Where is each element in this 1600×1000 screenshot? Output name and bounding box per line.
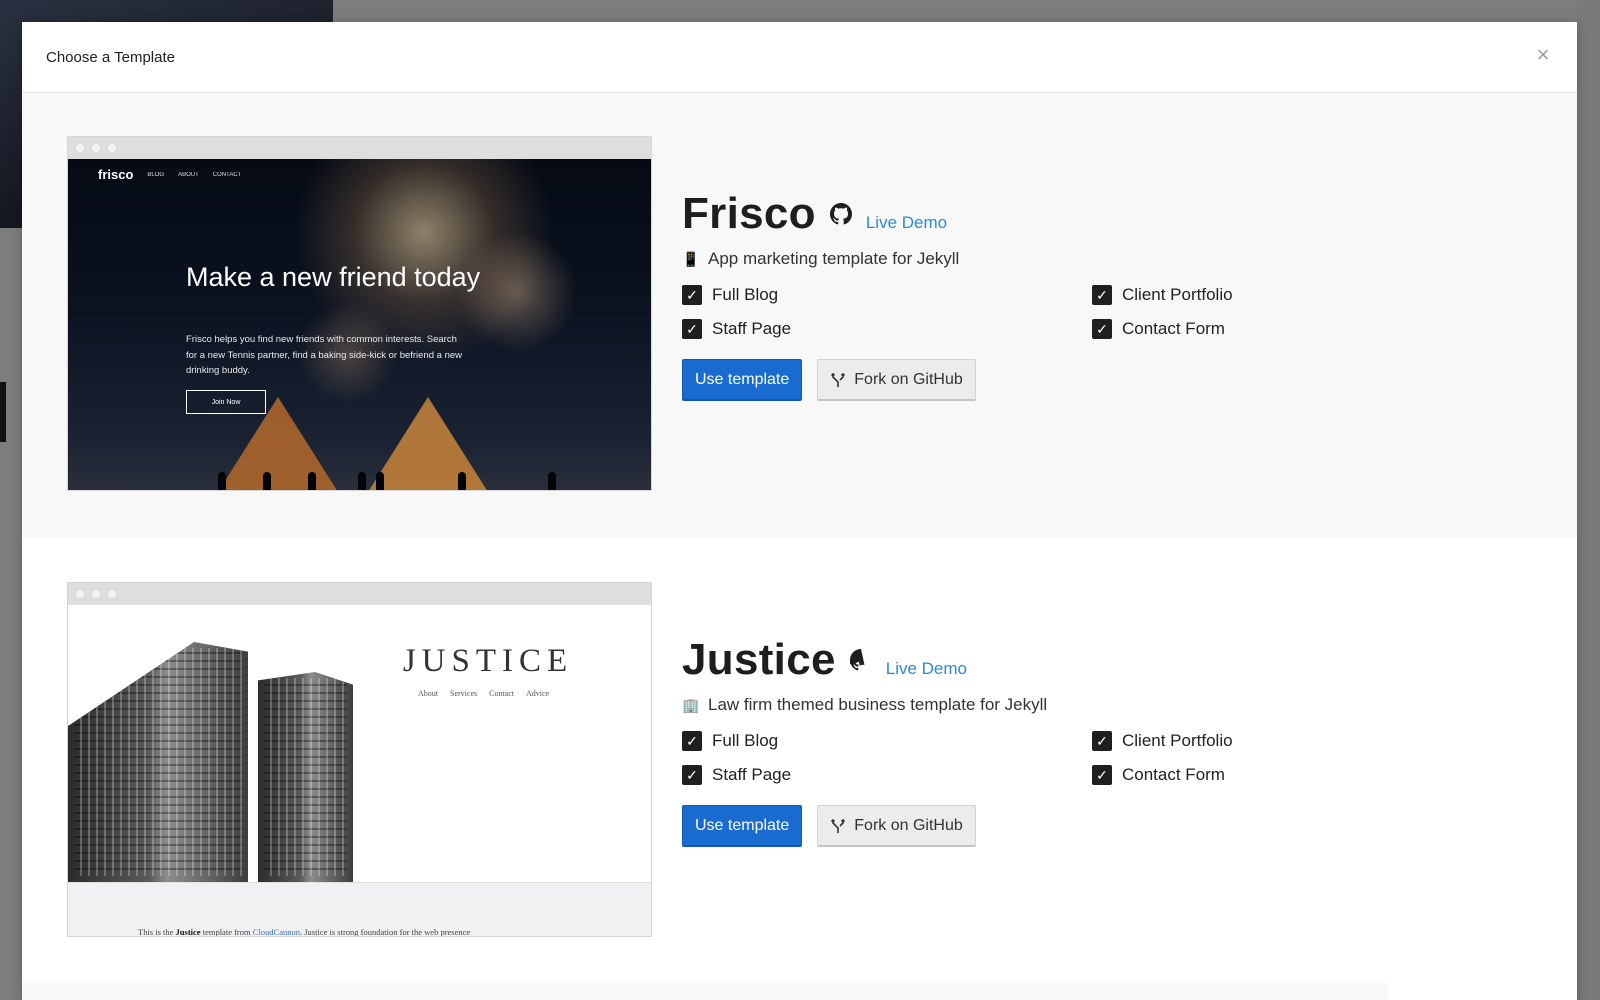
- background-sidebar-marker: [0, 382, 6, 442]
- feature-item: ✓ Staff Page: [682, 765, 1092, 785]
- fork-on-github-label: Fork on GitHub: [854, 370, 963, 388]
- checkmark-icon: ✓: [1092, 319, 1112, 339]
- window-dot-icon: [108, 590, 116, 598]
- feature-item: ✓ Full Blog: [682, 285, 1092, 305]
- template-actions: Use template Fork on GitHub: [682, 805, 1392, 847]
- checkmark-icon: ✓: [682, 319, 702, 339]
- template-preview-frisco[interactable]: frisco BLOG ABOUT CONTACT Make a new fri…: [67, 136, 652, 491]
- office-building-icon: 🏢: [682, 696, 700, 713]
- mobile-phone-icon: 📱: [682, 250, 700, 267]
- feature-label: Client Portfolio: [1122, 731, 1233, 750]
- building-image: [258, 672, 353, 882]
- feature-label: Contact Form: [1122, 319, 1225, 338]
- justice-preview-footer: This is the Justice template from CloudC…: [68, 882, 651, 937]
- frisco-preview-nav: frisco BLOG ABOUT CONTACT: [98, 167, 241, 182]
- frisco-preview-nav-link: CONTACT: [212, 171, 242, 178]
- frisco-preview-subtext: Frisco helps you find new friends with c…: [186, 334, 463, 376]
- feature-item: ✓ Full Blog: [682, 731, 1092, 751]
- feature-label: Client Portfolio: [1122, 285, 1233, 304]
- justice-preview-title: JUSTICE: [402, 643, 574, 679]
- fork-icon: [831, 818, 846, 833]
- building-image: [68, 642, 248, 882]
- checkmark-icon: ✓: [1092, 285, 1112, 305]
- fork-on-github-button[interactable]: Fork on GitHub: [817, 805, 976, 847]
- checkmark-icon: ✓: [682, 285, 702, 305]
- feature-item: ✓ Client Portfolio: [1092, 285, 1392, 305]
- github-icon[interactable]: [829, 203, 852, 225]
- justice-preview-caption: This is the Justice template from CloudC…: [138, 927, 471, 937]
- feature-label: Staff Page: [712, 765, 792, 784]
- next-template-row-partial: [22, 983, 1388, 1000]
- frisco-preview-headline: Make a new friend today: [186, 262, 481, 292]
- window-dot-icon: [108, 144, 116, 152]
- checkmark-icon: ✓: [682, 731, 702, 751]
- template-description-text: App marketing template for Jekyll: [708, 249, 960, 268]
- template-name: Frisco: [682, 189, 816, 238]
- template-info-frisco: Frisco Live Demo 📱 App marketing templat…: [682, 189, 1392, 401]
- justice-preview-nav-link: Contact: [489, 689, 514, 698]
- template-row-justice: JUSTICE About Services Contact Advice Th…: [22, 538, 1577, 983]
- checkmark-icon: ✓: [1092, 731, 1112, 751]
- feature-list: ✓ Full Blog ✓ Client Portfolio ✓ Staff Page…: [682, 731, 1392, 785]
- feature-label: Staff Page: [712, 319, 792, 338]
- fork-on-github-label: Fork on GitHub: [854, 816, 963, 834]
- window-dot-icon: [92, 144, 100, 152]
- feature-label: Contact Form: [1122, 765, 1225, 784]
- frisco-preview-nav-link: BLOG: [147, 171, 165, 178]
- close-icon[interactable]: ×: [1531, 44, 1555, 68]
- frisco-screenshot: frisco BLOG ABOUT CONTACT Make a new fri…: [68, 159, 651, 490]
- justice-preview-nav-link: Advice: [526, 689, 550, 698]
- feature-item: ✓ Contact Form: [1092, 765, 1392, 785]
- fork-on-github-button[interactable]: Fork on GitHub: [817, 359, 976, 401]
- live-demo-link[interactable]: Live Demo: [866, 213, 947, 233]
- checkmark-icon: ✓: [682, 765, 702, 785]
- browser-frame-bar: [68, 137, 651, 159]
- feature-list: ✓ Full Blog ✓ Client Portfolio ✓ Staff Page…: [682, 285, 1392, 339]
- live-demo-link[interactable]: Live Demo: [886, 659, 967, 679]
- browser-frame-bar: [68, 583, 651, 605]
- justice-preview-nav-link: About: [418, 689, 438, 698]
- template-preview-justice[interactable]: JUSTICE About Services Contact Advice Th…: [67, 582, 652, 937]
- fork-icon: [831, 372, 846, 387]
- frisco-preview-nav-link: ABOUT: [178, 171, 199, 178]
- checkmark-icon: ✓: [1092, 765, 1112, 785]
- use-template-button[interactable]: Use template: [682, 359, 803, 401]
- frisco-preview-logo: frisco: [98, 167, 134, 182]
- window-dot-icon: [76, 144, 84, 152]
- template-description: 🏢 Law firm themed business template for …: [682, 695, 1392, 715]
- template-title-line: Frisco Live Demo: [682, 189, 1392, 239]
- window-dot-icon: [76, 590, 84, 598]
- feature-label: Full Blog: [712, 731, 779, 750]
- template-description-text: Law firm themed business template for Je…: [708, 695, 1048, 714]
- justice-preview-nav: About Services Contact Advice: [418, 689, 549, 698]
- justice-screenshot: JUSTICE About Services Contact Advice Th…: [68, 605, 651, 937]
- window-dot-icon: [92, 590, 100, 598]
- modal-title: Choose a Template: [46, 48, 175, 66]
- use-template-button[interactable]: Use template: [682, 805, 803, 847]
- feature-item: ✓ Client Portfolio: [1092, 731, 1392, 751]
- feature-item: ✓ Contact Form: [1092, 319, 1392, 339]
- silhouettes: [218, 468, 618, 490]
- justice-preview-nav-link: Services: [450, 689, 478, 698]
- frisco-preview-cta: Join Now: [186, 390, 266, 414]
- template-title-line: Justice Live Demo: [682, 635, 1392, 685]
- modal-header: Choose a Template ×: [22, 22, 1577, 93]
- feature-item: ✓ Staff Page: [682, 319, 1092, 339]
- choose-template-modal: Choose a Template × frisco BLOG ABOUT CO…: [22, 22, 1577, 1000]
- template-row-frisco: frisco BLOG ABOUT CONTACT Make a new fri…: [22, 93, 1577, 538]
- template-name: Justice: [682, 635, 836, 684]
- template-info-justice: Justice Live Demo 🏢 Law firm themed busi…: [682, 635, 1392, 847]
- template-actions: Use template Fork on GitHub: [682, 359, 1392, 401]
- github-icon[interactable]: [849, 649, 872, 671]
- template-description: 📱 App marketing template for Jekyll: [682, 249, 1392, 269]
- feature-label: Full Blog: [712, 285, 779, 304]
- background-overlay-strip: [1577, 0, 1600, 1000]
